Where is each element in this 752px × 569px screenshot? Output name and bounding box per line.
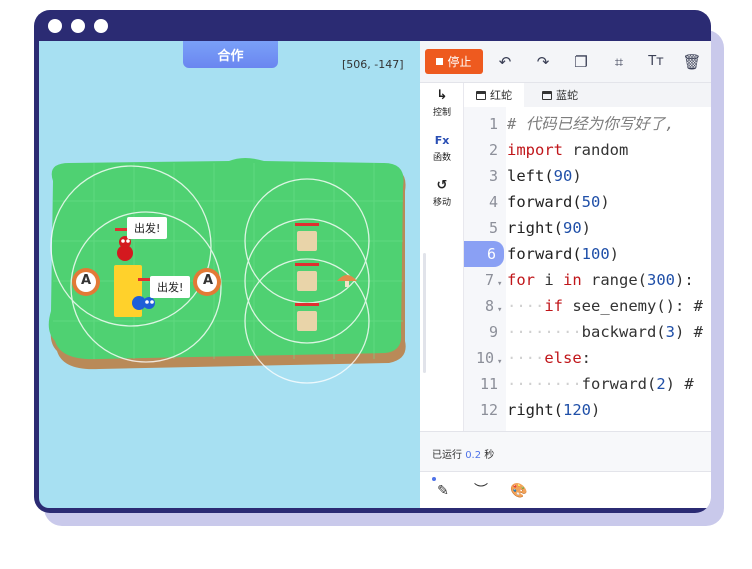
code-panel: 停止 ↶ ↷ ❐ ⌗ Tт 🗑 ↳ 控制 Fx 函数 ↺ 移动 红蛇 蓝蛇 1 … [420, 41, 711, 508]
window-dot-1 [48, 19, 62, 33]
code-line: for i in range(300): [507, 271, 694, 289]
move-icon: ↺ [436, 178, 448, 193]
island-grass [48, 158, 404, 360]
speech-bubble-red: 出发! [127, 217, 168, 239]
code-line: forward(50) [507, 193, 610, 211]
base-letter-right: A [202, 273, 214, 288]
eye-closed-icon[interactable]: ︶ [472, 482, 490, 500]
redo-icon[interactable]: ↷ [533, 52, 553, 72]
line-gutter: 1 2 3 4 5 6 7 8 9 10 11 12 ▾ ▾ ▾ [464, 107, 506, 431]
tab-label: 蓝蛇 [556, 89, 578, 102]
coop-mode-tab[interactable]: 合作 [183, 41, 278, 68]
code-line: ········backward(3) # [507, 323, 703, 341]
sidebar-item-move[interactable]: ↺ 移动 [420, 177, 464, 219]
base-letter-left: A [80, 273, 92, 288]
copy-icon[interactable]: ❐ [571, 52, 591, 72]
fold-arrow-icon[interactable]: ▾ [497, 357, 502, 367]
code-line: left(90) [507, 167, 582, 185]
code-line: ····if see_enemy(): # [507, 297, 703, 315]
line-number: 5 [488, 219, 498, 237]
editor-toolbar: 停止 ↶ ↷ ❐ ⌗ Tт 🗑 [420, 41, 711, 83]
sidebar-item-function[interactable]: Fx 函数 [420, 132, 464, 174]
code-line: right(90) [507, 219, 592, 237]
sidebar-scrollbar[interactable] [423, 253, 426, 373]
palette-icon[interactable]: 🎨 [510, 482, 528, 500]
control-icon: ↳ [436, 88, 448, 103]
stop-button[interactable]: 停止 [425, 49, 483, 74]
line-number-current: 6 [464, 241, 504, 267]
line-number: 1 [488, 115, 498, 133]
app-window: A A 出发! 出发! 合作 [506, -147] 停止 ↶ ↷ ❐ ⌗ Tт… [34, 10, 711, 513]
game-scene [48, 158, 406, 384]
speech-bubble-blue: 出发! [150, 276, 191, 298]
snake-tabs: 红蛇 蓝蛇 [464, 83, 711, 107]
brush-icon[interactable]: ✎ [434, 482, 452, 500]
window-dot-3 [94, 19, 108, 33]
stop-label: 停止 [447, 55, 472, 69]
status-suffix: 秒 [484, 450, 495, 461]
line-number: 11 [479, 375, 498, 393]
code-line: # 代码已经为你写好了, [507, 115, 675, 133]
status-prefix: 已运行 [432, 450, 462, 461]
line-number: 9 [488, 323, 498, 341]
window-dot-2 [71, 19, 85, 33]
notification-dot [432, 477, 436, 481]
undo-icon[interactable]: ↶ [495, 52, 515, 72]
line-number: 3 [488, 167, 498, 185]
tab-blue-snake[interactable]: 蓝蛇 [530, 83, 590, 107]
code-line: import random [507, 141, 629, 159]
fold-arrow-icon[interactable]: ▾ [497, 279, 502, 289]
tab-red-snake[interactable]: 红蛇 [464, 83, 524, 107]
block-categories: ↳ 控制 Fx 函数 ↺ 移动 [420, 83, 464, 431]
line-number: 4 [488, 193, 498, 211]
game-stage[interactable]: A A 出发! 出发! 合作 [506, -147] [39, 41, 420, 508]
stop-icon [436, 58, 444, 65]
window-icon [542, 90, 552, 100]
sidebar-item-label: 控制 [432, 108, 451, 118]
tab-label: 红蛇 [490, 89, 512, 102]
run-status: 已运行 0.2 秒 [420, 431, 711, 471]
code-line-current: forward(100) [507, 245, 619, 263]
sidebar-item-label: 移动 [432, 198, 451, 208]
function-icon: Fx [434, 134, 450, 147]
code-editor[interactable]: 1 2 3 4 5 6 7 8 9 10 11 12 ▾ ▾ ▾ # 代码已经为… [464, 107, 711, 431]
font-size-icon[interactable]: Tт [646, 52, 666, 72]
enemy-towers [295, 223, 319, 331]
code-line: ····else: [507, 349, 591, 367]
format-icon[interactable]: ⌗ [609, 52, 629, 72]
sidebar-item-label: 函数 [432, 153, 451, 163]
line-number: 2 [488, 141, 498, 159]
line-number: 12 [479, 401, 498, 419]
coordinate-readout: [506, -147] [342, 58, 404, 71]
code-line: right(120) [507, 401, 601, 419]
code-line: ········forward(2) # [507, 375, 694, 393]
sidebar-item-control[interactable]: ↳ 控制 [420, 87, 464, 129]
window-icon [476, 90, 486, 100]
fold-arrow-icon[interactable]: ▾ [497, 305, 502, 315]
trash-icon[interactable]: 🗑 [682, 52, 702, 72]
bottom-toolbar: ✎ ︶ 🎨 [420, 471, 711, 508]
status-time: 0.2 [465, 450, 482, 461]
